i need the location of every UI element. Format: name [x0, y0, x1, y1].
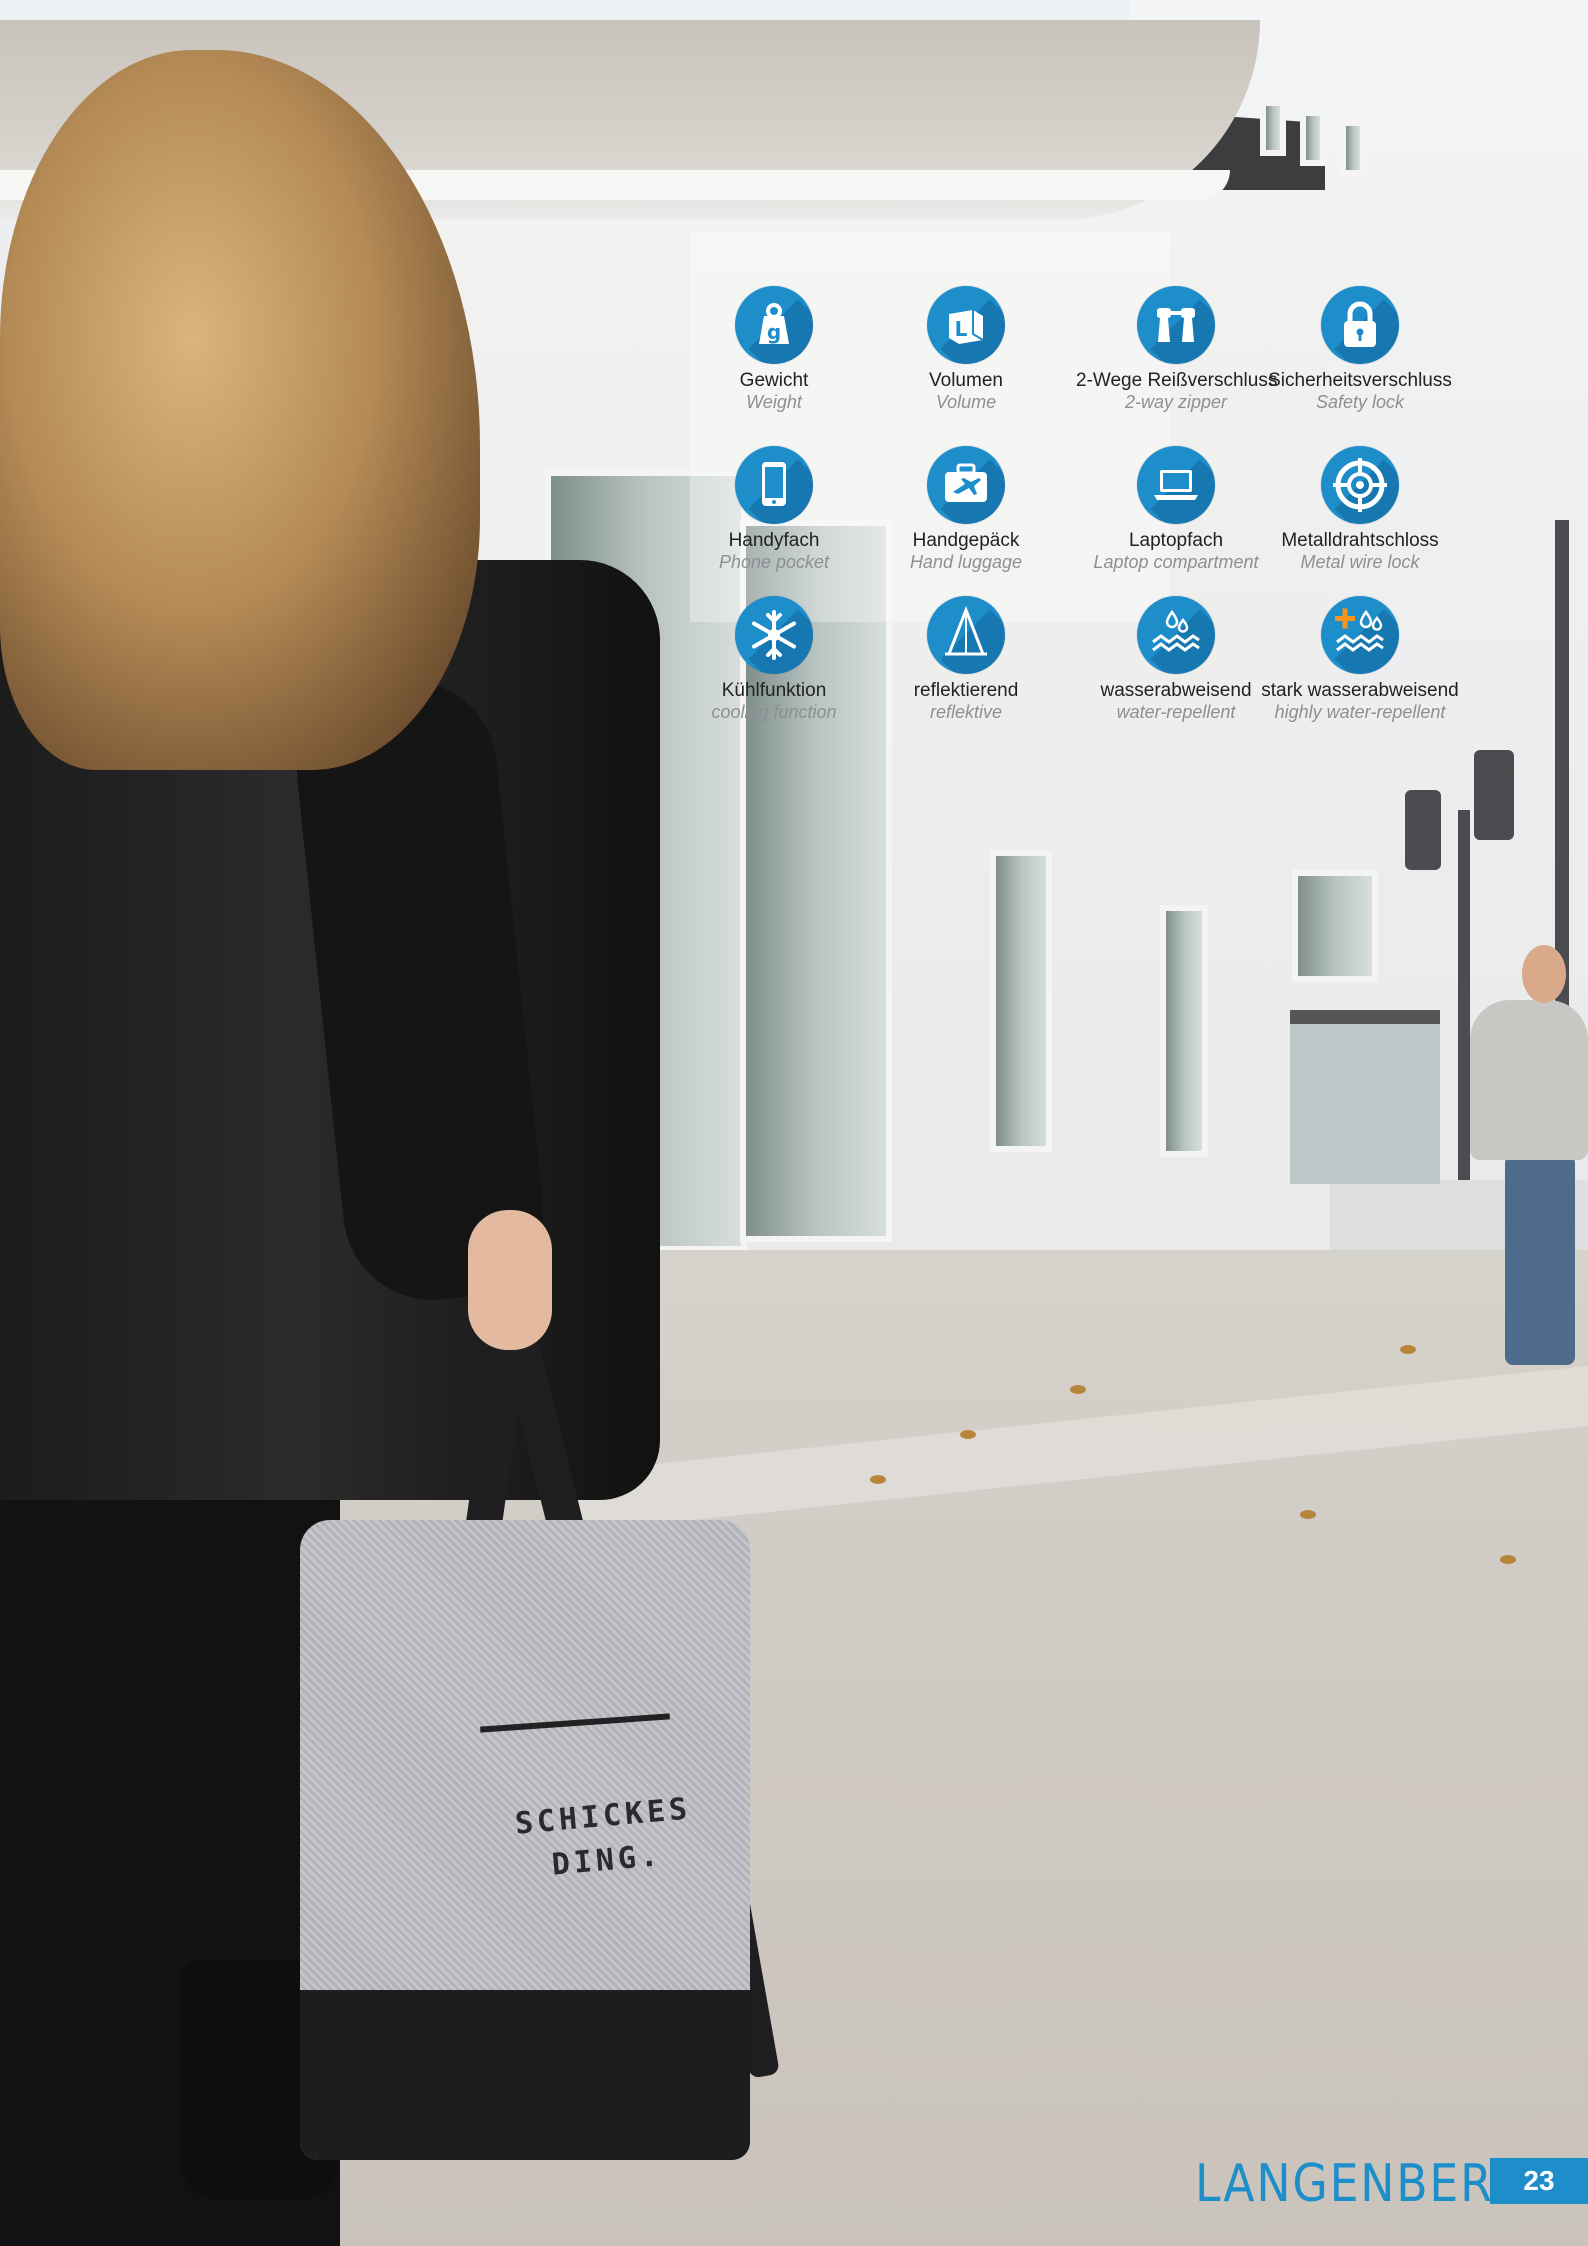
photo-window	[1160, 905, 1208, 1157]
feature-hand-luggage: Handgepäck Hand luggage	[866, 446, 1066, 572]
cooling-function-icon	[735, 596, 813, 674]
photo-leaf	[1400, 1345, 1416, 1354]
feature-label-de: Handgepäck	[912, 530, 1020, 551]
feature-cooling-function: Kühlfunktion cooling function	[674, 596, 874, 722]
weight-icon: g	[735, 286, 813, 364]
feature-label-de: wasserabweisend	[1100, 680, 1252, 701]
feature-label-en: highly water-repellent	[1274, 702, 1446, 722]
feature-highly-water-repellent: stark wasserabweisend highly water-repel…	[1260, 596, 1460, 722]
photo-leaf	[870, 1475, 886, 1484]
hand-luggage-icon	[927, 446, 1005, 524]
feature-phone-pocket: Handyfach Phone pocket	[674, 446, 874, 572]
photo-leaf	[1070, 1385, 1086, 1394]
photo-leaf	[1500, 1555, 1516, 1564]
feature-safety-lock: Sicherheitsverschluss Safety lock	[1260, 286, 1460, 412]
feature-label-de: Handyfach	[728, 530, 820, 551]
feature-label-en: reflektive	[929, 702, 1003, 722]
photo-storefront	[1290, 1010, 1440, 1184]
weight-icon-glyph: g	[767, 320, 781, 344]
feature-label-en: Volume	[935, 392, 997, 412]
photo-traffic-light	[1405, 790, 1441, 870]
photo-window	[1292, 870, 1378, 982]
feature-label-en: 2-way zipper	[1124, 392, 1228, 412]
metal-wire-lock-icon	[1321, 446, 1399, 524]
laptop-compartment-icon	[1137, 446, 1215, 524]
photo-woman-hand	[468, 1210, 552, 1350]
photo-man-legs	[1505, 1155, 1575, 1365]
two-way-zipper-icon	[1137, 286, 1215, 364]
feature-volume: L Volumen Volume	[866, 286, 1066, 412]
feature-metal-wire-lock: Metalldrahtschloss Metal wire lock	[1260, 446, 1460, 572]
safety-lock-icon	[1321, 286, 1399, 364]
feature-label-en: Safety lock	[1315, 392, 1405, 412]
photo-window	[990, 850, 1052, 1152]
volume-icon: L	[927, 286, 1005, 364]
feature-label-en: water-repellent	[1116, 702, 1236, 722]
feature-label-en: Phone pocket	[718, 552, 830, 572]
feature-label-de: stark wasserabweisend	[1261, 680, 1459, 701]
feature-laptop-compartment: Laptopfach Laptop compartment	[1076, 446, 1276, 572]
photo-bag-print: SCHICKES DING.	[513, 1791, 693, 1883]
brand-logo: LANGENBERG	[1195, 2154, 1531, 2214]
photo-window	[1340, 120, 1366, 176]
feature-label-en: Metal wire lock	[1300, 552, 1420, 572]
feature-label-en: Weight	[746, 392, 802, 412]
reflective-icon	[927, 596, 1005, 674]
page-number: 23	[1490, 2158, 1588, 2204]
feature-label-de: Sicherheitsverschluss	[1268, 370, 1452, 391]
feature-label-de: Volumen	[929, 370, 1003, 391]
feature-label-de: Kühlfunktion	[721, 680, 827, 701]
feature-label-de: 2-Wege Reißverschluss	[1076, 370, 1278, 391]
feature-water-repellent: wasserabweisend water-repellent	[1076, 596, 1276, 722]
photo-leaf	[960, 1430, 976, 1439]
feature-label-de: reflektierend	[913, 680, 1019, 701]
photo-window	[1260, 100, 1286, 156]
volume-icon-glyph: L	[955, 317, 968, 341]
feature-reflective: reflektierend reflektive	[866, 596, 1066, 722]
feature-label-en: Laptop compartment	[1093, 552, 1259, 572]
water-repellent-icon	[1137, 596, 1215, 674]
photo-leaf	[1300, 1510, 1316, 1519]
highly-water-repellent-icon	[1321, 596, 1399, 674]
feature-label-de: Metalldrahtschloss	[1281, 530, 1439, 551]
photo-window	[1300, 110, 1326, 166]
photo-traffic-pole	[1458, 810, 1470, 1180]
feature-label-de: Gewicht	[739, 370, 809, 391]
phone-pocket-icon	[735, 446, 813, 524]
photo-bag-bottom	[300, 1990, 750, 2160]
feature-label-en: Hand luggage	[909, 552, 1023, 572]
photo-man-head	[1522, 945, 1566, 1003]
feature-two-way-zipper: 2-Wege Reißverschluss 2-way zipper	[1076, 286, 1278, 412]
feature-label-en: cooling function	[711, 702, 837, 722]
feature-label-de: Laptopfach	[1128, 530, 1224, 551]
photo-man-body	[1470, 1000, 1588, 1160]
catalog-page: SCHICKES DING. g Gewicht Weight L Volume…	[0, 0, 1588, 2246]
photo-traffic-light	[1474, 750, 1514, 840]
feature-weight: g Gewicht Weight	[674, 286, 874, 412]
